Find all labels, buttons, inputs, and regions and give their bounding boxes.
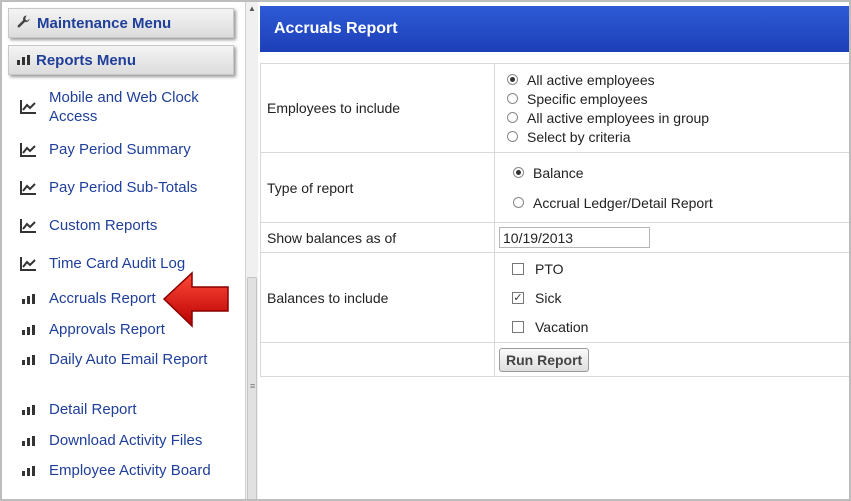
sidebar-item-employee-activity-board[interactable]: Employee Activity Board xyxy=(2,461,238,480)
app-window: Maintenance Menu Reports Menu Mobile and… xyxy=(0,0,851,501)
main-content: Accruals Report Employees to include All… xyxy=(260,2,849,499)
sidebar-item-custom-reports[interactable]: Custom Reports xyxy=(2,216,238,235)
run-report-cell: Run Report xyxy=(494,342,849,377)
scroll-up-icon[interactable]: ▲ xyxy=(246,2,258,16)
sidebar-item-label: Employee Activity Board xyxy=(49,462,211,479)
sidebar-item-pay-period-sub-totals[interactable]: Pay Period Sub-Totals xyxy=(2,178,238,197)
scrollbar-thumb[interactable]: ≡ xyxy=(247,277,257,499)
empty-cell xyxy=(260,342,495,377)
sidebar-item-daily-auto-email-report[interactable]: Daily Auto Email Report xyxy=(2,350,238,369)
sidebar-item-mobile-web-clock[interactable]: Mobile and Web Clock Access xyxy=(2,88,238,126)
grip-icon: ≡ xyxy=(250,381,256,391)
balances-include-options: PTO ✓ Sick Vacation xyxy=(494,252,849,343)
option-label: Specific employees xyxy=(527,90,648,107)
bar-chart-icon xyxy=(18,354,38,365)
red-arrow-icon xyxy=(162,270,230,333)
bar-chart-icon xyxy=(18,324,38,335)
bar-chart-icon xyxy=(18,404,38,415)
maintenance-menu-header[interactable]: Maintenance Menu xyxy=(8,8,234,38)
option-label: Sick xyxy=(535,289,562,306)
page-title-bar: Accruals Report xyxy=(260,6,849,52)
radio[interactable] xyxy=(513,197,524,208)
maintenance-menu-label: Maintenance Menu xyxy=(37,14,172,32)
radio-selected[interactable] xyxy=(507,74,518,85)
balance-option-pto[interactable]: PTO xyxy=(512,254,849,283)
radio[interactable] xyxy=(507,131,518,142)
checkbox-checked[interactable]: ✓ xyxy=(512,291,524,304)
radio[interactable] xyxy=(507,112,518,123)
employee-option-all-active[interactable]: All active employees xyxy=(507,70,849,89)
checkbox[interactable] xyxy=(512,262,524,275)
sidebar-item-label: Download Activity Files xyxy=(49,432,203,449)
reports-menu-header[interactable]: Reports Menu xyxy=(8,45,234,75)
radio-selected[interactable] xyxy=(513,167,524,178)
employee-option-specific[interactable]: Specific employees xyxy=(507,89,849,108)
page-title: Accruals Report xyxy=(274,20,398,37)
bar-chart-icon xyxy=(18,293,38,304)
balances-as-of-date-input[interactable] xyxy=(499,227,650,248)
employee-option-group[interactable]: All active employees in group xyxy=(507,108,849,127)
option-label: All active employees in group xyxy=(527,109,710,126)
line-chart-icon xyxy=(18,256,38,272)
checkbox[interactable] xyxy=(512,320,524,333)
sidebar-item-pay-period-summary[interactable]: Pay Period Summary xyxy=(2,140,238,159)
option-label: Balance xyxy=(533,164,584,181)
bar-chart-icon xyxy=(18,435,38,446)
employees-label: Employees to include xyxy=(260,63,495,153)
report-type-ledger[interactable]: Accrual Ledger/Detail Report xyxy=(513,188,849,218)
employees-options: All active employees Specific employees … xyxy=(494,63,849,153)
option-label: All active employees xyxy=(527,71,655,88)
sidebar-item-label: Mobile and Web Clock Access xyxy=(49,89,199,125)
report-type-label: Type of report xyxy=(260,152,495,223)
balances-as-of-label: Show balances as of xyxy=(260,222,495,253)
balances-include-label: Balances to include xyxy=(260,252,495,343)
wrench-icon xyxy=(17,15,31,32)
line-chart-icon xyxy=(18,142,38,158)
radio[interactable] xyxy=(507,93,518,104)
sidebar-item-detail-report[interactable]: Detail Report xyxy=(2,400,238,419)
sidebar-scrollbar[interactable]: ▲ ≡ xyxy=(245,2,258,499)
option-label: Select by criteria xyxy=(527,128,631,145)
reports-menu-label: Reports Menu xyxy=(36,51,137,69)
bar-chart-icon xyxy=(17,52,30,68)
balances-as-of-row: Show balances as of xyxy=(260,222,849,253)
sidebar-item-label: Detail Report xyxy=(49,401,137,418)
balance-option-sick[interactable]: ✓ Sick xyxy=(512,283,849,312)
run-report-button[interactable]: Run Report xyxy=(499,347,590,372)
option-label: Accrual Ledger/Detail Report xyxy=(533,194,713,211)
report-type-balance[interactable]: Balance xyxy=(513,158,849,188)
sidebar-item-download-activity-files[interactable]: Download Activity Files xyxy=(2,431,238,450)
employee-option-criteria[interactable]: Select by criteria xyxy=(507,127,849,146)
report-type-row: Type of report Balance Accrual Ledger/De… xyxy=(260,152,849,223)
run-report-row: Run Report xyxy=(260,342,849,377)
sidebar-item-label: Custom Reports xyxy=(49,217,158,234)
balances-as-of-cell xyxy=(494,222,849,253)
balance-option-vacation[interactable]: Vacation xyxy=(512,312,849,341)
option-label: PTO xyxy=(535,260,564,277)
option-label: Vacation xyxy=(535,318,589,335)
line-chart-icon xyxy=(18,218,38,234)
employees-row: Employees to include All active employee… xyxy=(260,63,849,153)
report-type-options: Balance Accrual Ledger/Detail Report xyxy=(494,152,849,223)
sidebar: Maintenance Menu Reports Menu Mobile and… xyxy=(2,2,245,499)
bar-chart-icon xyxy=(18,465,38,476)
sidebar-item-label: Pay Period Summary xyxy=(49,141,191,158)
balances-include-row: Balances to include PTO ✓ Sick Vacation xyxy=(260,252,849,343)
sidebar-item-label: Pay Period Sub-Totals xyxy=(49,179,198,196)
line-chart-icon xyxy=(18,99,38,115)
line-chart-icon xyxy=(18,180,38,196)
sidebar-item-label: Daily Auto Email Report xyxy=(49,351,208,368)
report-options-form: Employees to include All active employee… xyxy=(260,63,849,377)
